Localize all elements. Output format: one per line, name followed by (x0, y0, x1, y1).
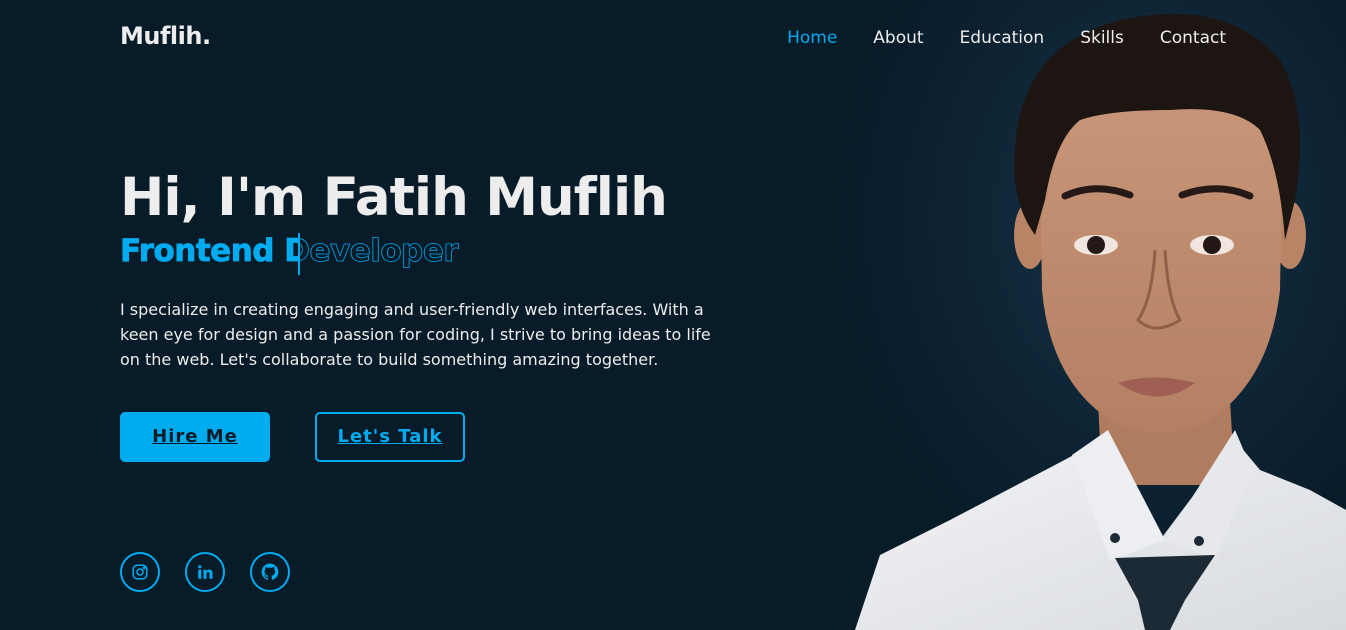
hero-title: Hi, I'm Fatih Muflih (120, 167, 668, 228)
instagram-icon (132, 564, 148, 580)
hero-section: Hi, I'm Fatih Muflih Frontend Developer … (120, 167, 720, 462)
lets-talk-button[interactable]: Let's Talk (315, 411, 465, 462)
social-links (120, 552, 315, 592)
nav-about[interactable]: About (873, 28, 923, 48)
hero-description: I specialize in creating engaging and us… (120, 299, 711, 369)
github-icon (261, 563, 279, 580)
header: Muflih. Home About Education Skills Cont… (0, 0, 1346, 76)
nav-contact[interactable]: Contact (1160, 28, 1226, 48)
subtitle-typed: Frontend Developer (120, 232, 300, 275)
nav-skills[interactable]: Skills (1080, 28, 1124, 48)
hero-subtitle: Frontend Developer Frontend Developer (120, 233, 720, 275)
logo[interactable]: Muflih. (120, 22, 211, 50)
linkedin-link[interactable] (185, 552, 225, 592)
instagram-link[interactable] (120, 552, 160, 592)
hero-buttons: Hire Me Let's Talk (120, 411, 720, 462)
nav-education[interactable]: Education (960, 28, 1045, 48)
nav-home[interactable]: Home (787, 28, 837, 48)
profile-photo (840, 0, 1346, 630)
github-link[interactable] (250, 552, 290, 592)
main-nav: Home About Education Skills Contact (751, 28, 1226, 48)
hire-me-button[interactable]: Hire Me (120, 411, 270, 462)
linkedin-icon (198, 565, 213, 579)
